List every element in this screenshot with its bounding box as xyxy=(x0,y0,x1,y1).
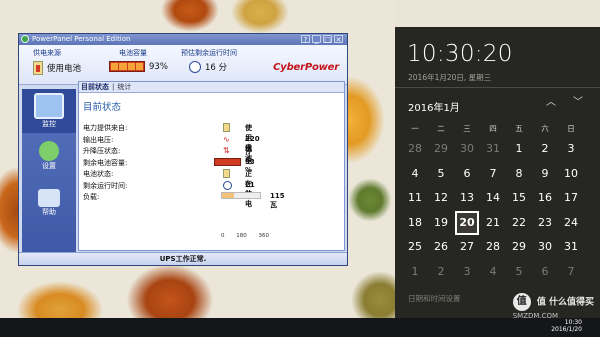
calendar-day[interactable]: 21 xyxy=(480,211,506,236)
calendar-day[interactable]: 30 xyxy=(532,235,558,260)
help-book-icon xyxy=(38,189,60,207)
calendar-day[interactable]: 29 xyxy=(428,137,454,162)
calendar-day[interactable]: 23 xyxy=(532,211,558,236)
clock-calendar-flyout: 10:30:20 2016年1月20日, 星期三 2016年1月 ︿ ﹀ 一 二… xyxy=(395,27,600,318)
help-button[interactable]: ? xyxy=(301,35,310,44)
section-title: 目前状态 xyxy=(83,102,122,113)
calendar-day[interactable]: 17 xyxy=(558,186,584,211)
calendar-day[interactable]: 5 xyxy=(428,162,454,187)
flyout-divider xyxy=(395,87,600,88)
calendar-day[interactable]: 25 xyxy=(402,235,428,260)
content-panel: 目前状态 | 统计 目前状态 电力提供来自: 使用电池 输出电压: ∿ 220 … xyxy=(78,81,345,251)
calendar-day[interactable]: 2 xyxy=(428,260,454,285)
tab-current-status[interactable]: 目前状态 xyxy=(81,82,109,92)
calendar-grid: 28 29 30 31 1 2 3 4 5 6 7 8 9 10 11 12 13 14 15 16 17 18 19 20 2… xyxy=(402,137,592,284)
power-source-value: 使用电池 xyxy=(33,61,81,75)
cyberpower-logo: CyberPower xyxy=(273,62,339,73)
calendar-day[interactable]: 4 xyxy=(480,260,506,285)
calendar-day[interactable]: 16 xyxy=(532,186,558,211)
calendar-day[interactable]: 3 xyxy=(558,137,584,162)
calendar-day[interactable]: 19 xyxy=(428,211,454,236)
power-source-label: 供电来源 xyxy=(33,49,61,57)
calendar-day[interactable]: 1 xyxy=(506,137,532,162)
app-icon xyxy=(21,35,29,43)
chevron-down-icon[interactable]: ﹀ xyxy=(572,97,584,109)
boost-icon: ⇅ xyxy=(223,146,230,155)
weekday-header: 一 二 三 四 五 六 日 xyxy=(411,124,575,133)
calendar-day[interactable]: 2 xyxy=(532,137,558,162)
taskbar xyxy=(0,318,600,337)
tab-bar: 目前状态 | 统计 xyxy=(79,82,344,93)
calendar-day[interactable]: 11 xyxy=(402,186,428,211)
calendar-day[interactable]: 9 xyxy=(532,162,558,187)
battery-bar-icon xyxy=(214,157,241,166)
minimize-button[interactable]: _ xyxy=(312,35,321,44)
nav-item-help[interactable]: 帮助 xyxy=(22,187,76,229)
calendar-day[interactable]: 6 xyxy=(454,162,480,187)
calendar-day[interactable]: 28 xyxy=(402,137,428,162)
site-watermark: 值 值 什么值得买 SMZDM.COM xyxy=(512,293,594,321)
calendar-day[interactable]: 22 xyxy=(506,211,532,236)
battery-capacity-label: 电池容量 xyxy=(119,49,147,57)
calendar-day[interactable]: 24 xyxy=(558,211,584,236)
voltage-wave-icon: ∿ xyxy=(223,134,230,144)
nav-item-monitor[interactable]: 监控 xyxy=(22,89,76,133)
calendar-day[interactable]: 3 xyxy=(454,260,480,285)
calendar-day[interactable]: 14 xyxy=(480,186,506,211)
calendar-day[interactable]: 4 xyxy=(402,162,428,187)
calendar-day[interactable]: 28 xyxy=(480,235,506,260)
battery-status-icon xyxy=(223,169,230,178)
tab-statistics[interactable]: 统计 xyxy=(117,82,131,92)
calendar-day[interactable]: 10 xyxy=(558,162,584,187)
battery-level-bar xyxy=(109,61,145,72)
calendar-day[interactable]: 7 xyxy=(558,260,584,285)
chevron-up-icon[interactable]: ︿ xyxy=(545,97,557,109)
taskbar-clock[interactable]: 10:30 2016/1/20 xyxy=(551,319,582,333)
powerpanel-window: PowerPanel Personal Edition ? _ □ ✕ 供电来源… xyxy=(18,33,348,266)
window-titlebar[interactable]: PowerPanel Personal Edition ? _ □ ✕ xyxy=(19,34,347,45)
calendar-day[interactable]: 15 xyxy=(506,186,532,211)
runtime-value: 16 分 xyxy=(189,61,227,73)
smzdm-logo-icon: 值 xyxy=(512,293,531,311)
calendar-day[interactable]: 12 xyxy=(428,186,454,211)
battery-icon xyxy=(33,61,43,75)
calendar-day[interactable]: 13 xyxy=(454,186,480,211)
close-button[interactable]: ✕ xyxy=(334,35,343,44)
restore-button[interactable]: □ xyxy=(323,35,332,44)
calendar-day[interactable]: 1 xyxy=(402,260,428,285)
calendar-day[interactable]: 6 xyxy=(532,260,558,285)
calendar-day[interactable]: 5 xyxy=(506,260,532,285)
load-bar-icon xyxy=(221,192,261,199)
runtime-label: 预估剩余运行时间 xyxy=(181,49,237,57)
window-title: PowerPanel Personal Edition xyxy=(32,35,131,43)
battery-icon xyxy=(223,123,230,132)
settings-icon xyxy=(39,141,59,161)
clock-icon xyxy=(189,61,201,73)
date-time-settings-link[interactable]: 日期和时间设置 xyxy=(408,293,461,304)
calendar-month[interactable]: 2016年1月 xyxy=(408,99,460,114)
calendar-day[interactable]: 7 xyxy=(480,162,506,187)
flyout-date-link[interactable]: 2016年1月20日, 星期三 xyxy=(408,72,491,83)
flyout-time: 10:30:20 xyxy=(407,41,513,67)
calendar-day[interactable]: 26 xyxy=(428,235,454,260)
calendar-day[interactable]: 31 xyxy=(558,235,584,260)
calendar-day-today[interactable]: 20 xyxy=(455,210,479,235)
calendar-day[interactable]: 8 xyxy=(506,162,532,187)
calendar-day[interactable]: 31 xyxy=(480,137,506,162)
battery-capacity-value: 93% xyxy=(109,61,168,72)
monitor-icon xyxy=(34,93,64,119)
load-scale: 0 180 360 xyxy=(221,233,269,239)
calendar-day[interactable]: 30 xyxy=(454,137,480,162)
status-bar: UPS工作正常. xyxy=(19,252,347,265)
clock-icon xyxy=(223,180,232,190)
status-header: 供电来源 使用电池 电池容量 93% 预估剩余运行时间 16 分 CyberPo… xyxy=(19,45,347,85)
sidebar-nav: 监控 设置 帮助 xyxy=(22,89,76,261)
calendar-day[interactable]: 27 xyxy=(454,235,480,260)
calendar-day[interactable]: 18 xyxy=(402,211,428,236)
nav-item-settings[interactable]: 设置 xyxy=(22,139,76,181)
calendar-day[interactable]: 29 xyxy=(506,235,532,260)
